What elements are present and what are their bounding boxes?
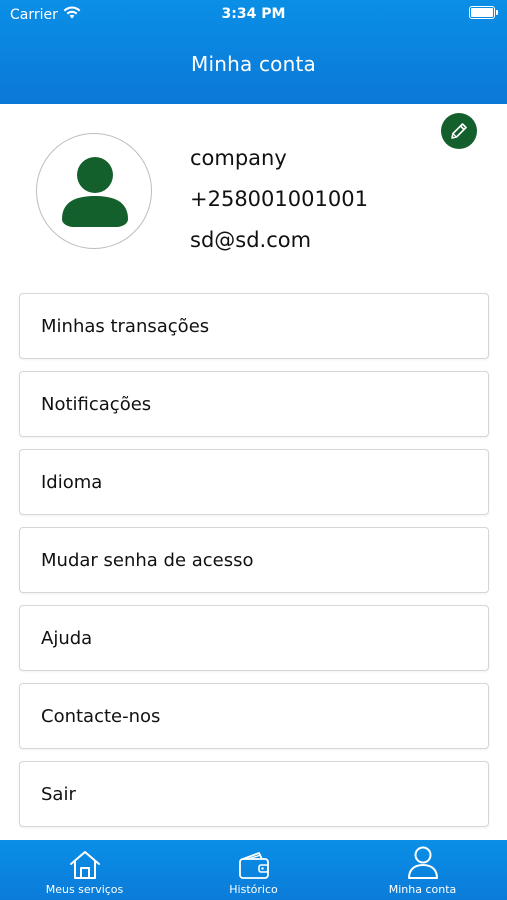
profile-email: sd@sd.com (190, 228, 312, 252)
header-bar: Carrier 3:34 PM Minha conta (0, 0, 507, 104)
pencil-icon (451, 123, 467, 139)
menu-item-logout[interactable]: Sair (19, 761, 489, 827)
menu-item-label: Ajuda (41, 627, 93, 649)
home-icon (69, 851, 100, 879)
menu-item-transactions[interactable]: Minhas transações (19, 293, 489, 359)
tab-history[interactable]: Histórico (169, 840, 338, 900)
menu-item-label: Contacte-nos (41, 705, 161, 727)
menu-item-label: Idioma (41, 471, 103, 493)
menu-item-notifications[interactable]: Notificações (19, 371, 489, 437)
menu-item-contact[interactable]: Contacte-nos (19, 683, 489, 749)
account-menu: Minhas transações Notificações Idioma Mu… (19, 293, 489, 839)
tab-label: Histórico (229, 883, 278, 896)
menu-item-label: Mudar senha de acesso (41, 549, 254, 571)
tab-label: Meus serviços (45, 883, 124, 896)
clock: 3:34 PM (221, 6, 286, 22)
wallet-icon (238, 852, 269, 879)
profile-section: company +258001001001 sd@sd.com (0, 104, 507, 284)
menu-item-label: Sair (41, 783, 76, 805)
profile-name: company (190, 146, 287, 170)
user-silhouette-icon (62, 157, 128, 227)
menu-item-change-password[interactable]: Mudar senha de acesso (19, 527, 489, 593)
avatar (36, 133, 152, 249)
user-icon (407, 846, 438, 879)
profile-info: company +258001001001 sd@sd.com (190, 138, 368, 261)
edit-profile-button[interactable] (441, 113, 477, 149)
tab-account[interactable]: Minha conta (338, 840, 507, 900)
menu-item-label: Minhas transações (41, 315, 210, 337)
page-title: Minha conta (191, 52, 316, 76)
status-bar: Carrier 3:34 PM (0, 0, 507, 28)
tab-services[interactable]: Meus serviços (0, 840, 169, 900)
battery-icon (469, 6, 498, 19)
tab-bar: Meus serviços Histórico Minha conta (0, 840, 507, 900)
tab-label: Minha conta (388, 883, 457, 896)
menu-item-help[interactable]: Ajuda (19, 605, 489, 671)
menu-item-label: Notificações (41, 393, 152, 415)
menu-item-language[interactable]: Idioma (19, 449, 489, 515)
profile-phone: +258001001001 (190, 187, 368, 211)
